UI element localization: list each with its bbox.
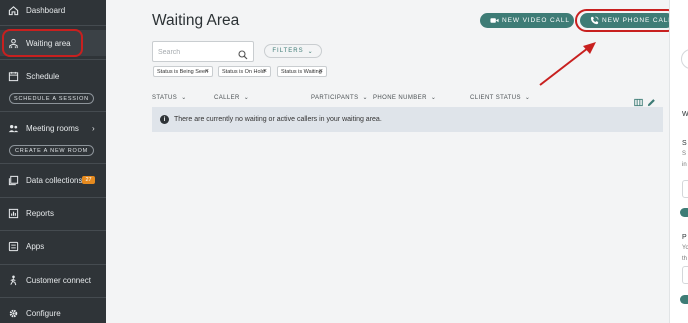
sidebar-item-label: Schedule [26,71,60,81]
sidebar-item-label: Configure [26,308,61,318]
sidebar-item-label: Reports [26,208,55,218]
panel-text: th [682,256,688,262]
search-box [152,41,254,62]
filters-label: FILTERS [272,48,304,54]
filter-chip-waiting: Status is Waiting × [277,66,327,77]
divider [0,230,106,231]
chevron-down-icon: ⌄ [307,48,314,55]
column-label: PHONE NUMBER [373,95,427,101]
panel-toggle[interactable] [680,295,688,304]
divider [0,197,106,198]
filters-button[interactable]: FILTERS ⌄ [264,44,322,58]
columns-icon[interactable] [634,94,643,107]
button-label: NEW VIDEO CALL [502,17,570,24]
info-icon: i [160,115,169,124]
people-icon [8,123,19,134]
panel-heading: W [682,111,688,118]
panel-text: in [682,162,687,168]
chip-label: Status is Waiting [281,68,322,75]
divider [0,59,106,60]
column-label: CLIENT STATUS [470,95,521,101]
sidebar-item-label: Data collections [26,175,83,185]
panel-toggle[interactable] [680,208,688,217]
reports-icon [8,208,19,219]
divider [0,25,106,26]
pencil-icon[interactable] [647,94,656,107]
sidebar-item-apps[interactable]: Apps [0,233,106,259]
column-label: PARTICIPANTS [311,95,359,101]
highlight-annotation [2,29,83,57]
schedule-session-button[interactable]: SCHEDULE A SESSION [9,93,94,104]
empty-state-notice: i There are currently no waiting or acti… [152,107,663,132]
column-header-status[interactable]: STATUS ⌄ [152,94,187,101]
panel-section-title: S [682,140,687,147]
new-video-call-button[interactable]: NEW VIDEO CALL [480,13,574,28]
sidebar-item-customer-connect[interactable]: Customer connect [0,267,106,293]
chevron-down-icon: ⌄ [243,95,250,101]
column-label: STATUS [152,95,178,101]
panel-text: S [682,151,687,157]
divider [0,111,106,112]
column-header-phone-number[interactable]: PHONE NUMBER ⌄ [373,94,436,101]
divider [0,264,106,265]
column-header-participants[interactable]: PARTICIPANTS ⌄ [311,94,368,101]
sidebar-item-meeting-rooms[interactable]: Meeting rooms › [0,115,106,141]
home-icon [8,5,19,16]
search-icon[interactable] [238,47,248,60]
remove-chip-icon[interactable]: × [319,68,323,75]
notice-text: There are currently no waiting or active… [174,116,382,123]
filter-chip-being-seen: Status is Being Seen × [153,66,213,77]
chevron-down-icon: ⌄ [362,95,368,101]
panel-text: Yo [682,245,688,251]
highlight-annotation [575,9,679,32]
chevron-right-icon: › [92,123,95,133]
sidebar-item-schedule[interactable]: Schedule [0,63,106,89]
create-room-button[interactable]: CREATE A NEW ROOM [9,145,94,156]
divider [0,297,106,298]
sidebar-item-dashboard[interactable]: Dashboard [0,0,106,23]
sidebar-item-label: Apps [26,241,45,251]
chip-label: Status is On Hold [222,68,265,75]
sidebar-item-label: Dashboard [26,5,66,15]
remove-chip-icon[interactable]: × [205,68,209,75]
remove-chip-icon[interactable]: × [263,68,267,75]
customer-connect-icon [8,275,19,286]
sidebar-item-label: Customer connect [26,275,91,285]
calendar-icon [8,71,19,82]
page-title: Waiting Area [152,12,240,29]
count-badge: 27 [82,176,95,184]
sidebar-item-configure[interactable]: Configure [0,300,106,323]
chevron-down-icon: ⌄ [430,95,437,101]
search-input[interactable] [158,46,234,58]
divider [0,163,106,164]
column-label: CALLER [214,95,240,101]
app-window: Dashboard Waiting area Schedule SCHEDULE… [0,0,688,323]
sidebar-item-label: Meeting rooms [26,123,79,133]
video-camera-icon [490,16,499,25]
column-header-client-status[interactable]: CLIENT STATUS ⌄ [470,94,530,101]
gear-icon [8,308,19,319]
sidebar-item-data-collections[interactable]: Data collections 27 [0,167,106,193]
sidebar-item-reports[interactable]: Reports [0,200,106,226]
panel-section-title: P [682,234,687,241]
chevron-down-icon: ⌄ [181,95,187,101]
filter-chip-on-hold: Status is On Hold × [218,66,271,77]
chip-label: Status is Being Seen [157,68,209,75]
sidebar: Dashboard Waiting area Schedule SCHEDULE… [0,0,106,323]
panel-input[interactable] [682,266,688,284]
data-collections-icon [8,175,19,186]
panel-input[interactable] [682,180,688,198]
column-header-caller[interactable]: CALLER ⌄ [214,94,249,101]
apps-icon [8,241,19,252]
chevron-down-icon: ⌄ [524,95,531,101]
